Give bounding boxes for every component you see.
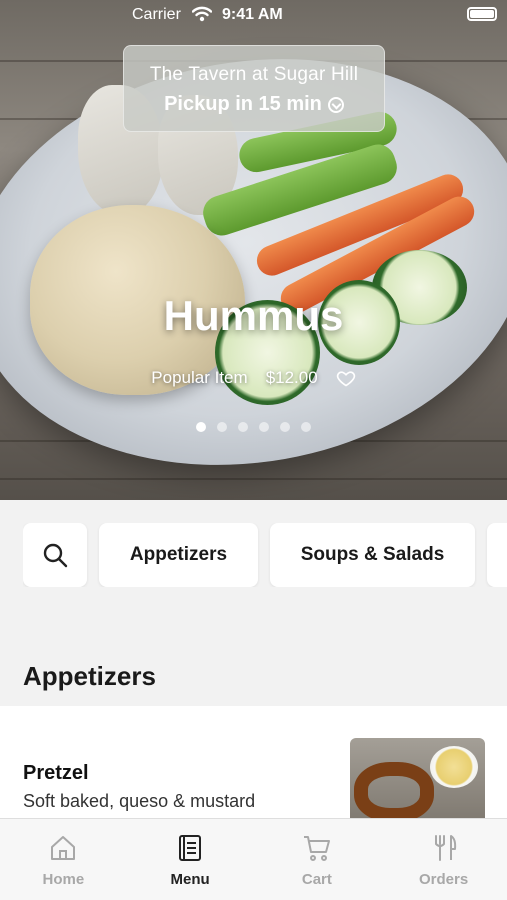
tab-label: Cart <box>301 871 332 888</box>
wifi-icon <box>192 6 212 22</box>
menu-item-description: Soft baked, queso & mustard <box>23 791 256 811</box>
tab-label: Orders <box>419 871 469 888</box>
search-button[interactable] <box>23 523 87 587</box>
store-selector[interactable]: The Tavern at Sugar Hill Pickup in 15 mi… <box>123 45 385 132</box>
category-chips: Appetizers Soups & Salads <box>23 523 507 587</box>
clock: 9:41 AM <box>222 6 283 23</box>
hero-banner[interactable]: The Tavern at Sugar Hill Pickup in 15 mi… <box>0 0 507 500</box>
featured-item-price: $12.00 <box>265 368 318 387</box>
tab-label: Menu <box>170 871 210 888</box>
carousel-dot[interactable] <box>217 422 227 432</box>
wood-grain <box>0 478 507 480</box>
section-title: Appetizers <box>23 661 156 691</box>
store-name: The Tavern at Sugar Hill <box>149 64 359 85</box>
battery-icon <box>467 7 497 21</box>
category-chip-appetizers[interactable]: Appetizers <box>99 523 258 587</box>
cart-icon <box>303 836 330 861</box>
menu-book-icon <box>179 835 202 861</box>
status-bar: Carrier 9:41 AM <box>0 0 507 30</box>
heart-icon[interactable] <box>336 368 356 388</box>
dip-cup-image-part <box>430 746 478 788</box>
chevron-down-circle-icon <box>327 96 344 113</box>
carousel-pagination[interactable] <box>0 422 507 432</box>
menu-item-name: Pretzel <box>23 762 89 784</box>
carousel-dot[interactable] <box>259 422 269 432</box>
tab-cart[interactable]: Cart <box>254 819 381 900</box>
tab-home[interactable]: Home <box>0 819 127 900</box>
tab-orders[interactable]: Orders <box>380 819 507 900</box>
fork-knife-icon <box>434 835 456 861</box>
pickup-time-label: Pickup in 15 min <box>164 93 322 115</box>
featured-item-meta: Popular Item $12.00 <box>0 368 507 388</box>
pretzel-image-part <box>354 762 434 822</box>
carousel-dot[interactable] <box>301 422 311 432</box>
category-chip-next[interactable] <box>487 523 507 587</box>
carousel-dot[interactable] <box>238 422 248 432</box>
home-icon <box>51 836 76 860</box>
tab-label: Home <box>42 871 85 888</box>
category-chip-soups-salads[interactable]: Soups & Salads <box>270 523 475 587</box>
tab-menu[interactable]: Menu <box>127 819 254 900</box>
featured-item-title: Hummus <box>163 292 344 339</box>
carrier-label: Carrier <box>132 6 181 23</box>
tab-bar: Home Menu Cart Orders <box>0 818 507 900</box>
menu-item-card[interactable]: Pretzel Soft baked, queso & mustard <box>0 706 507 826</box>
carousel-dot[interactable] <box>196 422 206 432</box>
menu-item-image <box>350 738 485 826</box>
carousel-dot[interactable] <box>280 422 290 432</box>
popular-badge: Popular Item <box>151 368 248 387</box>
pickup-time: Pickup in 15 min <box>164 93 344 116</box>
search-icon <box>43 543 68 568</box>
